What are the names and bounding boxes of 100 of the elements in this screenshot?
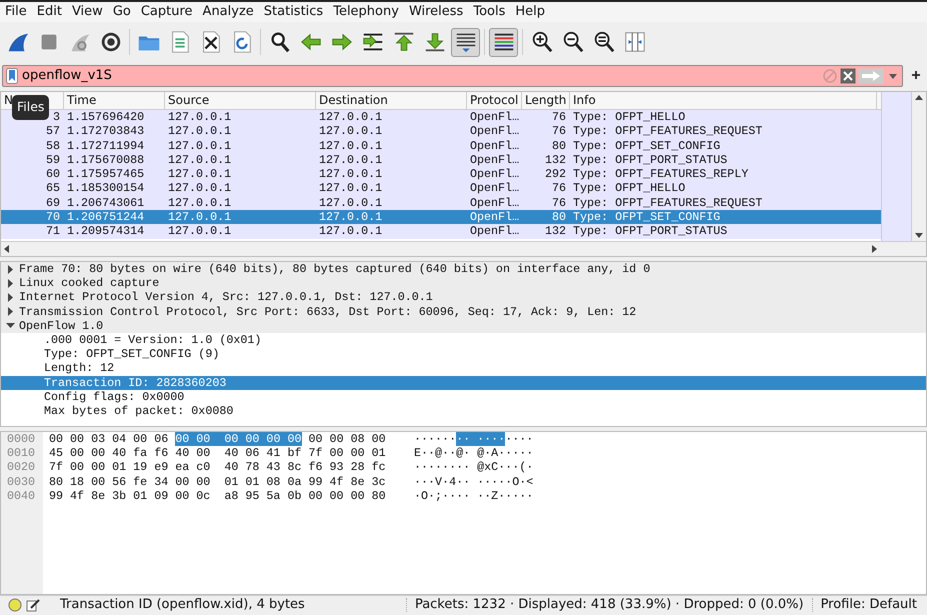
packet-row[interactable]: 65 1.185300154 127.0.0.1 127.0.0.1 OpenFl… 76 Type: OFPT_HELLO: [1, 181, 881, 196]
ascii-text: ·· ····: [456, 432, 506, 446]
hex-bytes: 00 00 03 04 00 06: [49, 432, 170, 446]
table-cell: 127.0.0.1: [168, 167, 232, 182]
table-cell: 127.0.0.1: [319, 124, 382, 138]
tree-row[interactable]: OpenFlow 1.0: [1, 318, 926, 333]
menu-item[interactable]: Capture: [136, 2, 198, 22]
column-header[interactable]: Destination: [319, 93, 388, 107]
table-cell: OpenFl…: [470, 210, 520, 224]
packet-row[interactable]: 60 1.175957465 127.0.0.1 127.0.0.1 OpenFl… 292 Type: OFPT_FEATURES_REPLY: [1, 167, 881, 182]
menu-item[interactable]: Telephony: [328, 2, 404, 22]
tree-row[interactable]: Transmission Control Protocol, Src Port: 6633, Dst Port: 60096, Seq: 17, Ack: 9, Len: 12: [1, 304, 926, 319]
table-cell: 1.172703843: [67, 124, 144, 138]
table-cell: OpenFl…: [470, 224, 520, 238]
tree-row[interactable]: Frame 70: 80 bytes on wire (640 bits), 80 bytes captured (640 bits) on interface any, id 0: [1, 262, 926, 276]
table-cell: 70: [46, 210, 60, 224]
tree-label: Linux cooked capture: [19, 276, 160, 290]
profile-label[interactable]: Profile: Default: [820, 594, 917, 614]
tree-label: Internet Protocol Version 4, Src: 127.0.0.1, Dst: 127.0.0.1: [19, 290, 433, 305]
packet-row[interactable]: 57 1.172703843 127.0.0.1 127.0.0.1 OpenFl… 76 Type: OFPT_FEATURES_REQUEST: [1, 124, 881, 139]
tree-row[interactable]: Type: OFPT_SET_CONFIG (9): [1, 347, 926, 362]
toolbar-button[interactable]: [451, 28, 480, 56]
tree-row[interactable]: Internet Protocol Version 4, Src: 127.0.0.1, Dst: 127.0.0.1: [1, 290, 926, 305]
tree-row[interactable]: Length: 12: [1, 361, 926, 376]
table-cell: OpenFl…: [470, 152, 520, 167]
table-cell: 1.206751244: [67, 210, 144, 224]
close-icon[interactable]: [840, 68, 856, 84]
menu-item[interactable]: View: [66, 2, 108, 22]
table-cell: 76: [552, 124, 566, 138]
column-header[interactable]: Protocol: [470, 93, 518, 107]
menu-item[interactable]: Help: [510, 2, 550, 22]
table-cell: 127.0.0.1: [168, 224, 232, 238]
hex-bytes: 00 00 00 00 00 00: [175, 432, 302, 446]
table-cell: 59: [46, 152, 60, 167]
ascii-text: ········ @xC···(·: [414, 460, 534, 474]
column-header[interactable]: Source: [168, 93, 210, 107]
table-cell: 69: [46, 196, 60, 210]
status-text: Transaction ID (openflow.xid), 4 bytes: [60, 596, 306, 614]
tree-row[interactable]: Max bytes of packet: 0x0080: [1, 404, 926, 418]
hex-bytes: 80 18 00 56 fe 34 00 00 01 01 08 0a 99 4f 8e 3c: [49, 474, 386, 489]
menu-item[interactable]: Statistics: [258, 2, 328, 22]
packet-row[interactable]: 3 1.157696420 127.0.0.1 127.0.0.1 OpenFl… 76 Type: OFPT_HELLO: [1, 110, 881, 124]
status-indicator-icon: [8, 598, 22, 612]
packet-row[interactable]: 59 1.175670088 127.0.0.1 127.0.0.1 OpenFl… 132 Type: OFPT_PORT_STATUS: [1, 152, 881, 168]
column-header[interactable]: Time: [67, 93, 96, 107]
table-cell: 127.0.0.1: [319, 167, 382, 182]
packet-row[interactable]: 69 1.206743061 127.0.0.1 127.0.0.1 OpenFl… 76 Type: OFPT_FEATURES_REQUEST: [1, 196, 881, 210]
table-cell: Type: OFPT_FEATURES_REPLY: [573, 167, 748, 182]
table-cell: Type: OFPT_HELLO: [573, 181, 686, 196]
table-cell: 65: [46, 181, 60, 196]
table-cell: 71: [46, 224, 60, 238]
hex-bytes: 7f 00 00 01 19 e9 ea c0 40 78 43 8c f6 93 28 fc: [49, 460, 386, 474]
edit-comment-icon[interactable]: [26, 598, 40, 612]
tree-row[interactable]: Linux cooked capture: [1, 276, 926, 290]
table-cell: OpenFl…: [470, 181, 520, 196]
byte-offset: 0030: [7, 474, 36, 489]
packet-row[interactable]: 71 1.209574314 127.0.0.1 127.0.0.1 OpenFl… 132 Type: OFPT_PORT_STATUS: [1, 224, 881, 239]
table-cell: 3: [52, 110, 60, 124]
tree-label: Frame 70: 80 bytes on wire (640 bits), 80 bytes captured (640 bits) on interface any, id 0: [19, 262, 650, 276]
hex-bytes: 00 00 08 00: [308, 432, 386, 446]
table-cell: 127.0.0.1: [319, 110, 382, 124]
tree-row[interactable]: Config flags: 0x0000: [1, 390, 926, 404]
menu-item[interactable]: Wireless: [404, 2, 468, 22]
table-cell: 80: [552, 210, 566, 224]
menu-item[interactable]: Analyze: [198, 2, 259, 22]
bookmark-icon[interactable]: [6, 68, 18, 84]
table-cell: 60: [46, 167, 60, 182]
ascii-text: ····: [505, 432, 534, 446]
menu-item[interactable]: Edit: [32, 2, 67, 22]
filter-field[interactable]: openflow_v1S: [2, 65, 903, 87]
table-cell: 76: [552, 181, 566, 196]
horizontal-scrollbar[interactable]: [1, 241, 926, 256]
menu-item[interactable]: Tools: [468, 2, 510, 22]
menu-item[interactable]: File: [0, 2, 32, 22]
packet-row[interactable]: 58 1.172711994 127.0.0.1 127.0.0.1 OpenFl… 80 Type: OFPT_SET_CONFIG: [1, 138, 881, 153]
table-cell: OpenFl…: [470, 196, 520, 210]
tree-row[interactable]: Transaction ID: 2828360203: [1, 376, 926, 390]
table-cell: 127.0.0.1: [168, 152, 232, 167]
table-cell: 127.0.0.1: [168, 181, 232, 196]
table-cell: 1.172711994: [67, 138, 144, 153]
toolbar-button[interactable]: [489, 28, 518, 56]
column-header[interactable]: Length: [525, 93, 566, 107]
tree-row[interactable]: .000 0001 = Version: 1.0 (0x01): [1, 332, 926, 348]
table-cell: Type: OFPT_FEATURES_REQUEST: [573, 196, 762, 210]
table-cell: 292: [544, 167, 566, 182]
resize-columns-icon: [622, 30, 646, 54]
table-cell: 127.0.0.1: [319, 138, 382, 153]
menu-item[interactable]: Go: [108, 2, 136, 22]
column-header[interactable]: N: [4, 93, 13, 107]
table-cell: 132: [544, 224, 566, 238]
table-cell: 127.0.0.1: [168, 110, 232, 124]
table-cell: 80: [552, 138, 566, 153]
filter-input[interactable]: openflow_v1S: [18, 66, 823, 86]
ascii-text: E··@··@· @·A·····: [414, 446, 534, 460]
table-cell: Type: OFPT_PORT_STATUS: [573, 152, 728, 167]
column-header[interactable]: Info: [573, 93, 596, 107]
table-cell: Type: OFPT_HELLO: [573, 110, 686, 124]
hex-bytes: 99 4f 8e 3b 01 09 00 0c a8 95 5a 0b 00 00 00 80: [49, 488, 386, 503]
packet-row[interactable]: 70 1.206751244 127.0.0.1 127.0.0.1 OpenFl… 80 Type: OFPT_SET_CONFIG: [1, 210, 881, 224]
vertical-scrollbar[interactable]: [911, 92, 926, 241]
